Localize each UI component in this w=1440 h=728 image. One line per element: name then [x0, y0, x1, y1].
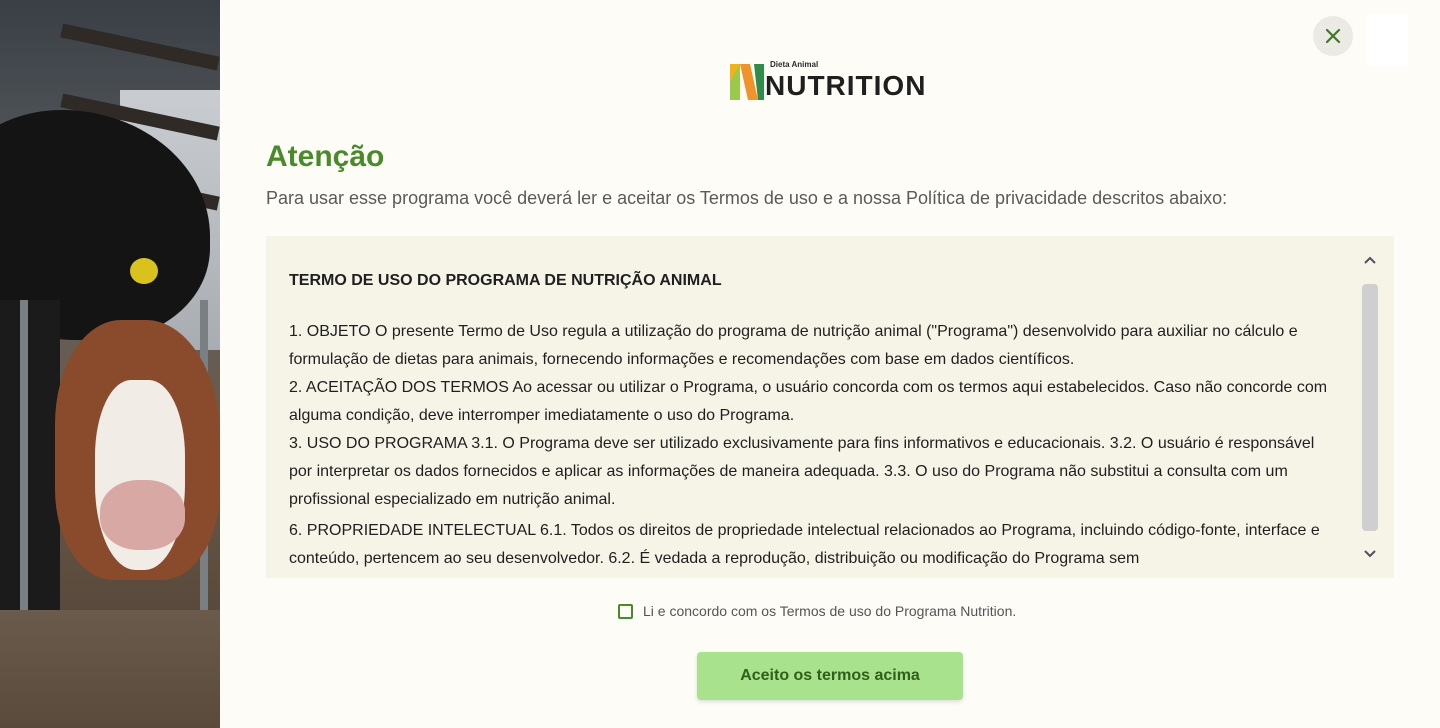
terms-modal: Dieta Animal NUTRITION Atenção Para usar… — [220, 0, 1440, 728]
terms-paragraph: 2. ACEITAÇÃO DOS TERMOS Ao acessar ou ut… — [289, 379, 1328, 424]
page-title: Atenção — [266, 140, 385, 173]
nutrition-logo: Dieta Animal NUTRITION — [728, 60, 933, 102]
logo-title: NUTRITION — [765, 70, 927, 101]
accept-button[interactable]: Aceito os termos acima — [697, 652, 963, 700]
page-subtitle: Para usar esse programa você deverá ler … — [266, 188, 1228, 208]
cows-photo — [0, 0, 220, 728]
scrollbar-thumb[interactable] — [1362, 284, 1378, 531]
logo-mark-icon — [730, 64, 764, 100]
terms-heading: TERMO DE USO DO PROGRAMA DE NUTRIÇÃO ANI… — [289, 272, 722, 289]
close-button[interactable] — [1313, 16, 1353, 56]
agree-row: Li e concordo com os Termos de uso do Pr… — [618, 603, 1016, 619]
chevron-down-icon — [1364, 550, 1376, 558]
agree-checkbox[interactable] — [618, 603, 633, 619]
scroll-up-button[interactable] — [1362, 252, 1378, 268]
blank-panel — [1367, 14, 1408, 66]
close-icon — [1325, 28, 1341, 44]
terms-content: TERMO DE USO DO PROGRAMA DE NUTRIÇÃO ANI… — [289, 272, 1329, 573]
terms-paragraph: 1. OBJETO O presente Termo de Uso regula… — [289, 323, 1298, 368]
scroll-down-button[interactable] — [1362, 546, 1378, 562]
chevron-up-icon — [1364, 256, 1376, 264]
terms-paragraph: 3. USO DO PROGRAMA 3.1. O Programa deve … — [289, 435, 1315, 508]
terms-scroll-area[interactable]: TERMO DE USO DO PROGRAMA DE NUTRIÇÃO ANI… — [266, 236, 1394, 578]
logo-subtitle: Dieta Animal — [770, 60, 819, 69]
agree-label[interactable]: Li e concordo com os Termos de uso do Pr… — [643, 603, 1016, 619]
terms-paragraph: 6. PROPRIEDADE INTELECTUAL 6.1. Todos os… — [289, 522, 1320, 567]
